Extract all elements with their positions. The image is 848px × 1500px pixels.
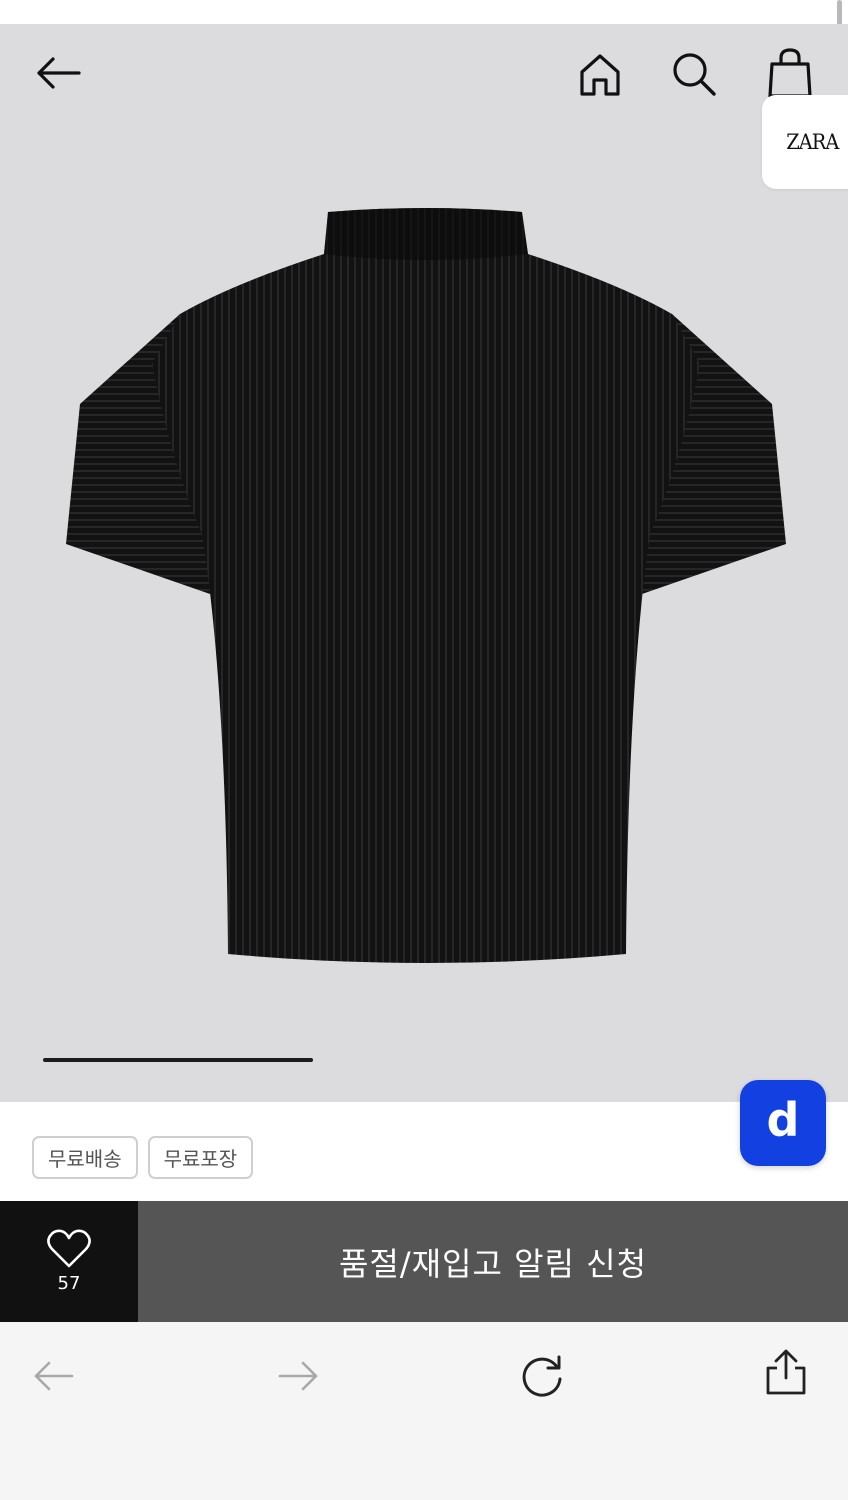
product-page: ZARA d 무료배송 무료포장 57 품절/재입고 알림 신청 — [0, 0, 848, 1500]
brand-name: ZARA — [786, 130, 839, 154]
browser-toolbar — [0, 1322, 848, 1500]
product-image-gallery[interactable] — [0, 24, 848, 1102]
browser-share-button[interactable] — [756, 1344, 816, 1400]
share-icon — [766, 1349, 806, 1395]
purchase-action-bar: 57 품절/재입고 알림 신청 — [0, 1201, 848, 1322]
status-strip — [0, 0, 848, 24]
back-button[interactable] — [26, 46, 90, 100]
arrow-left-icon — [37, 57, 81, 89]
tag-free-shipping: 무료배송 — [32, 1136, 138, 1179]
like-button[interactable]: 57 — [0, 1201, 138, 1322]
heart-icon — [47, 1229, 91, 1268]
shopping-bag-icon — [768, 48, 812, 98]
reload-icon — [522, 1355, 562, 1397]
search-icon — [673, 53, 716, 96]
product-image — [66, 208, 786, 963]
arrow-left-icon — [34, 1361, 74, 1391]
tag-free-wrapping: 무료포장 — [147, 1136, 254, 1179]
image-page-indicator — [43, 1058, 313, 1062]
arrow-right-icon — [278, 1361, 318, 1391]
like-count: 57 — [57, 1273, 81, 1294]
cart-button[interactable] — [758, 42, 822, 102]
app-shortcut-button[interactable]: d — [740, 1080, 826, 1166]
home-icon — [580, 54, 620, 96]
app-shortcut-label: d — [766, 1093, 800, 1147]
search-button[interactable] — [664, 44, 724, 104]
restock-alert-button[interactable]: 품절/재입고 알림 신청 — [138, 1201, 848, 1322]
home-button[interactable] — [570, 46, 630, 104]
browser-forward-button[interactable] — [268, 1348, 328, 1404]
browser-back-button[interactable] — [24, 1348, 84, 1404]
brand-chip[interactable]: ZARA — [762, 95, 848, 189]
shipping-tags: 무료배송 무료포장 — [32, 1136, 254, 1179]
browser-reload-button[interactable] — [512, 1348, 572, 1404]
